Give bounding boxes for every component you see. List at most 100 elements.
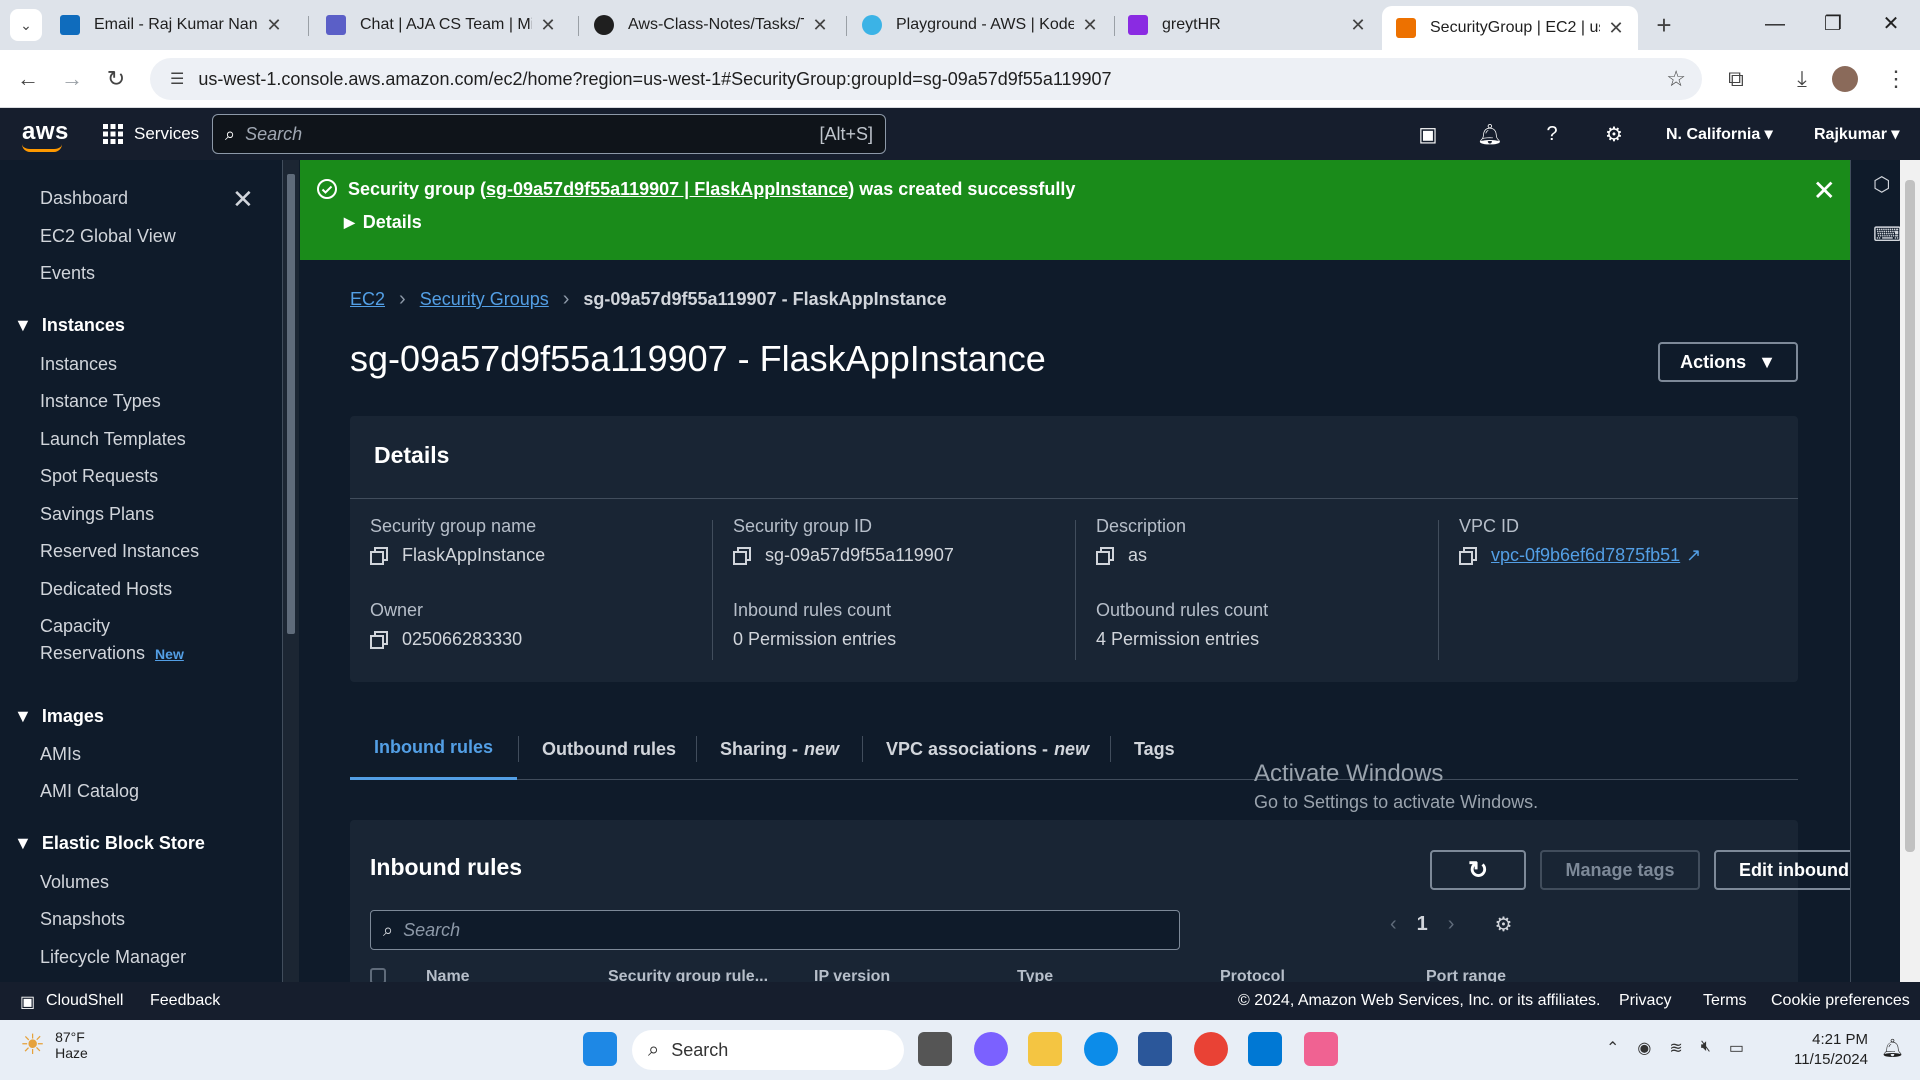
volume-muted-icon[interactable]: 🔇︎ (1701, 1038, 1711, 1058)
nav-launch-templates[interactable]: Launch Templates (40, 429, 186, 450)
task-view-icon[interactable] (918, 1032, 952, 1066)
address-bar[interactable]: ☰ us-west-1.console.aws.amazon.com/ec2/h… (150, 58, 1702, 100)
nav-instances[interactable]: Instances (40, 354, 117, 375)
flash-details-toggle[interactable]: ▶ Details (344, 212, 422, 233)
scrollbar-thumb[interactable] (287, 174, 295, 634)
nav-ec2-global-view[interactable]: EC2 Global View (40, 226, 176, 247)
copy-icon[interactable] (733, 546, 751, 565)
chevron-up-icon[interactable]: ⌃ (1606, 1038, 1619, 1058)
actions-dropdown-button[interactable]: Actions ▼ (1658, 342, 1798, 382)
nav-section-ebs[interactable]: ▼ Elastic Block Store (14, 833, 205, 854)
footer-privacy[interactable]: Privacy (1619, 992, 1671, 1010)
nav-ami-catalog[interactable]: AMI Catalog (40, 781, 139, 802)
download-icon[interactable]: ⤓ (1786, 63, 1818, 95)
scrollbar-thumb[interactable] (1905, 180, 1915, 852)
close-tab-icon[interactable]: ✕ (1608, 18, 1624, 39)
tab-inbound-rules[interactable]: Inbound rules (350, 718, 517, 780)
site-info-icon[interactable]: ☰ (170, 69, 184, 89)
sidebar-scrollbar[interactable] (283, 160, 299, 982)
inbound-search-input[interactable]: ⌕ Search (370, 910, 1180, 950)
browser-tab-kodekloud[interactable]: Playground - AWS | KodeK ✕ (848, 6, 1112, 44)
column-header[interactable]: Name (426, 968, 470, 982)
hexagon-info-icon[interactable]: ⬡ (1873, 172, 1890, 197)
copy-icon[interactable] (370, 546, 388, 565)
wifi-icon[interactable]: ≋ (1669, 1038, 1682, 1058)
close-tab-icon[interactable]: ✕ (1350, 15, 1366, 36)
browser-tab-email[interactable]: Email - Raj Kumar Nanchar ✕ (46, 6, 296, 44)
nav-section-images[interactable]: ▼ Images (14, 706, 104, 727)
nav-events[interactable]: Events (40, 263, 95, 284)
feedback-panel-icon[interactable]: ⌨ (1873, 222, 1902, 247)
footer-cloudshell[interactable]: CloudShell (46, 992, 123, 1010)
cloudshell-icon[interactable]: ▣ (1414, 120, 1442, 148)
manage-tags-button[interactable]: Manage tags (1540, 850, 1700, 890)
page-scrollbar[interactable] (1900, 160, 1920, 982)
vscode-icon[interactable] (1248, 1032, 1282, 1066)
chevron-left-icon[interactable]: ‹ (1390, 913, 1397, 936)
region-selector[interactable]: N. California ▾ (1666, 124, 1773, 144)
column-header[interactable]: Security group rule... (608, 968, 768, 982)
close-navigation-icon[interactable]: ✕ (232, 184, 254, 215)
browser-menu-icon[interactable]: ⋮ (1880, 63, 1912, 95)
restore-icon[interactable]: ❐ (1804, 0, 1862, 50)
edit-inbound-rules-button[interactable]: Edit inbound rules (1714, 850, 1850, 890)
footer-cookie-preferences[interactable]: Cookie preferences (1771, 992, 1910, 1010)
microsoft-store-icon[interactable] (1138, 1032, 1172, 1066)
select-all-checkbox[interactable] (370, 968, 386, 982)
battery-icon[interactable]: ▭ (1729, 1038, 1744, 1058)
close-tab-icon[interactable]: ✕ (540, 15, 556, 36)
breadcrumb-ec2[interactable]: EC2 (350, 289, 385, 310)
nav-dashboard[interactable]: Dashboard (40, 188, 128, 209)
forward-icon[interactable]: → (56, 63, 88, 95)
nav-instance-types[interactable]: Instance Types (40, 391, 161, 412)
services-menu-button[interactable]: Services (102, 108, 199, 160)
vpn-icon[interactable]: ◉ (1637, 1038, 1651, 1058)
weather-widget[interactable]: ☀ 87°F Haze (20, 1028, 88, 1061)
browser-tab-securitygroup[interactable]: SecurityGroup | EC2 | us-w ✕ (1382, 6, 1638, 50)
taskbar-search[interactable]: ⌕ Search (632, 1030, 904, 1070)
browser-tab-teams[interactable]: Chat | AJA CS Team | Micro ✕ (312, 6, 570, 44)
nav-section-instances[interactable]: ▼ Instances (14, 315, 125, 336)
page-number[interactable]: 1 (1417, 913, 1428, 936)
column-header[interactable]: Port range (1426, 968, 1506, 982)
vpc-id-link[interactable]: vpc-0f9b6ef6d7875fb51 (1491, 545, 1680, 566)
copy-icon[interactable] (370, 630, 388, 649)
table-settings-gear-icon[interactable]: ⚙ (1494, 912, 1512, 937)
window-close-icon[interactable]: ✕ (1862, 0, 1920, 50)
reload-icon[interactable]: ↻ (100, 63, 132, 95)
help-icon[interactable]: ? (1538, 120, 1566, 148)
app-icon[interactable] (1304, 1032, 1338, 1066)
browser-tab-greythr[interactable]: greytHR ✕ (1114, 6, 1380, 44)
account-menu[interactable]: Rajkumar ▾ (1814, 124, 1899, 144)
tab-outbound-rules[interactable]: Outbound rules (520, 718, 698, 780)
clock[interactable]: 4:21 PM 11/15/2024 (1794, 1030, 1868, 1070)
nav-capacity-reservations[interactable]: Capacity Reservations New (40, 616, 184, 664)
close-tab-icon[interactable]: ✕ (812, 15, 828, 36)
tab-vpc-associations[interactable]: VPC associations - new (864, 718, 1111, 780)
edge-icon[interactable] (1084, 1032, 1118, 1066)
copy-icon[interactable] (1096, 546, 1114, 565)
nav-savings-plans[interactable]: Savings Plans (40, 504, 154, 525)
tab-tags[interactable]: Tags (1112, 718, 1197, 780)
back-icon[interactable]: ← (12, 63, 44, 95)
tab-sharing[interactable]: Sharing - new (698, 718, 861, 780)
nav-volumes[interactable]: Volumes (40, 872, 109, 893)
browser-tab-github[interactable]: Aws-Class-Notes/Tasks/Tas ✕ (580, 6, 842, 44)
tab-search-icon[interactable]: ⌄ (10, 9, 42, 41)
aws-search-input[interactable]: ⌕ Search [Alt+S] (212, 114, 886, 154)
file-explorer-icon[interactable] (1028, 1032, 1062, 1066)
chrome-icon[interactable] (1194, 1032, 1228, 1066)
minimize-icon[interactable]: — (1746, 0, 1804, 50)
close-tab-icon[interactable]: ✕ (1082, 15, 1098, 36)
dismiss-flash-icon[interactable]: ✕ (1813, 174, 1836, 207)
nav-amis[interactable]: AMIs (40, 744, 81, 765)
flash-sg-link[interactable]: sg-09a57d9f55a119907 | FlaskAppInstance (486, 179, 848, 199)
aws-logo[interactable]: aws (22, 118, 69, 152)
close-tab-icon[interactable]: ✕ (266, 15, 282, 36)
column-header[interactable]: Type (1017, 968, 1053, 982)
bookmark-star-icon[interactable]: ☆ (1666, 66, 1686, 92)
nav-reserved-instances[interactable]: Reserved Instances (40, 541, 199, 562)
windows-start-icon[interactable] (583, 1032, 617, 1066)
nav-spot-requests[interactable]: Spot Requests (40, 466, 158, 487)
extensions-icon[interactable]: ⧉ (1720, 63, 1752, 95)
